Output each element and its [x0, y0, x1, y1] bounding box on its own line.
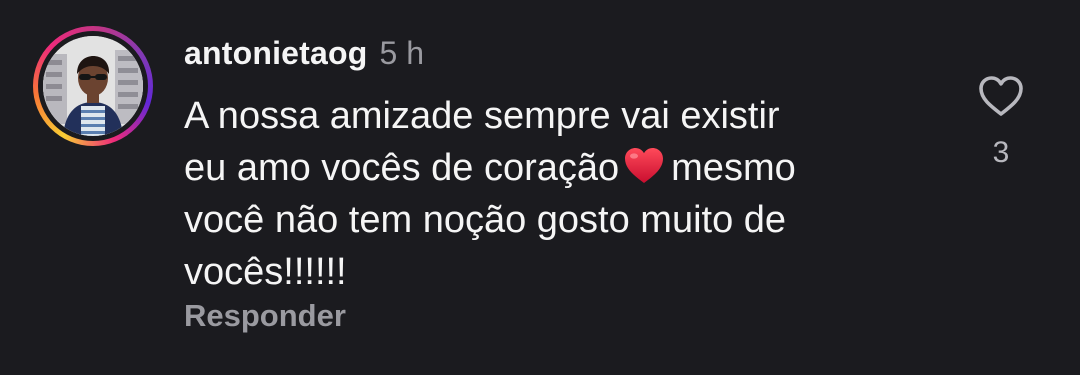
- comment-line-1: A nossa amizade sempre vai existir: [184, 95, 780, 137]
- comment-line-2-end: mesmo: [671, 147, 796, 189]
- comment-line-3: você não tem noção gosto muito de: [184, 199, 787, 241]
- story-ring[interactable]: [33, 26, 153, 146]
- reply-button[interactable]: Responder: [184, 298, 346, 334]
- comment-timestamp: 5 h: [379, 34, 425, 71]
- comment-line-2-text: eu amo vocês de coração: [184, 147, 620, 189]
- comment-item: antonietaog 5 h A nossa amizade sempre v…: [0, 0, 1080, 375]
- comment-line-2: eu amo vocês de coração mesmo: [184, 142, 944, 194]
- comment-line-4: vocês!!!!!!: [184, 251, 347, 293]
- heart-emoji-icon: [625, 148, 664, 183]
- heart-outline-icon[interactable]: [977, 74, 1025, 118]
- avatar-photo: [43, 36, 143, 136]
- avatar-border: [38, 31, 148, 141]
- comment-header: antonietaog 5 h: [184, 30, 424, 76]
- like-count: 3: [992, 136, 1010, 169]
- comment-text: A nossa amizade sempre vai existir eu am…: [184, 90, 944, 298]
- avatar[interactable]: [43, 36, 143, 136]
- like-section: 3: [972, 72, 1030, 172]
- username-link[interactable]: antonietaog: [184, 35, 368, 72]
